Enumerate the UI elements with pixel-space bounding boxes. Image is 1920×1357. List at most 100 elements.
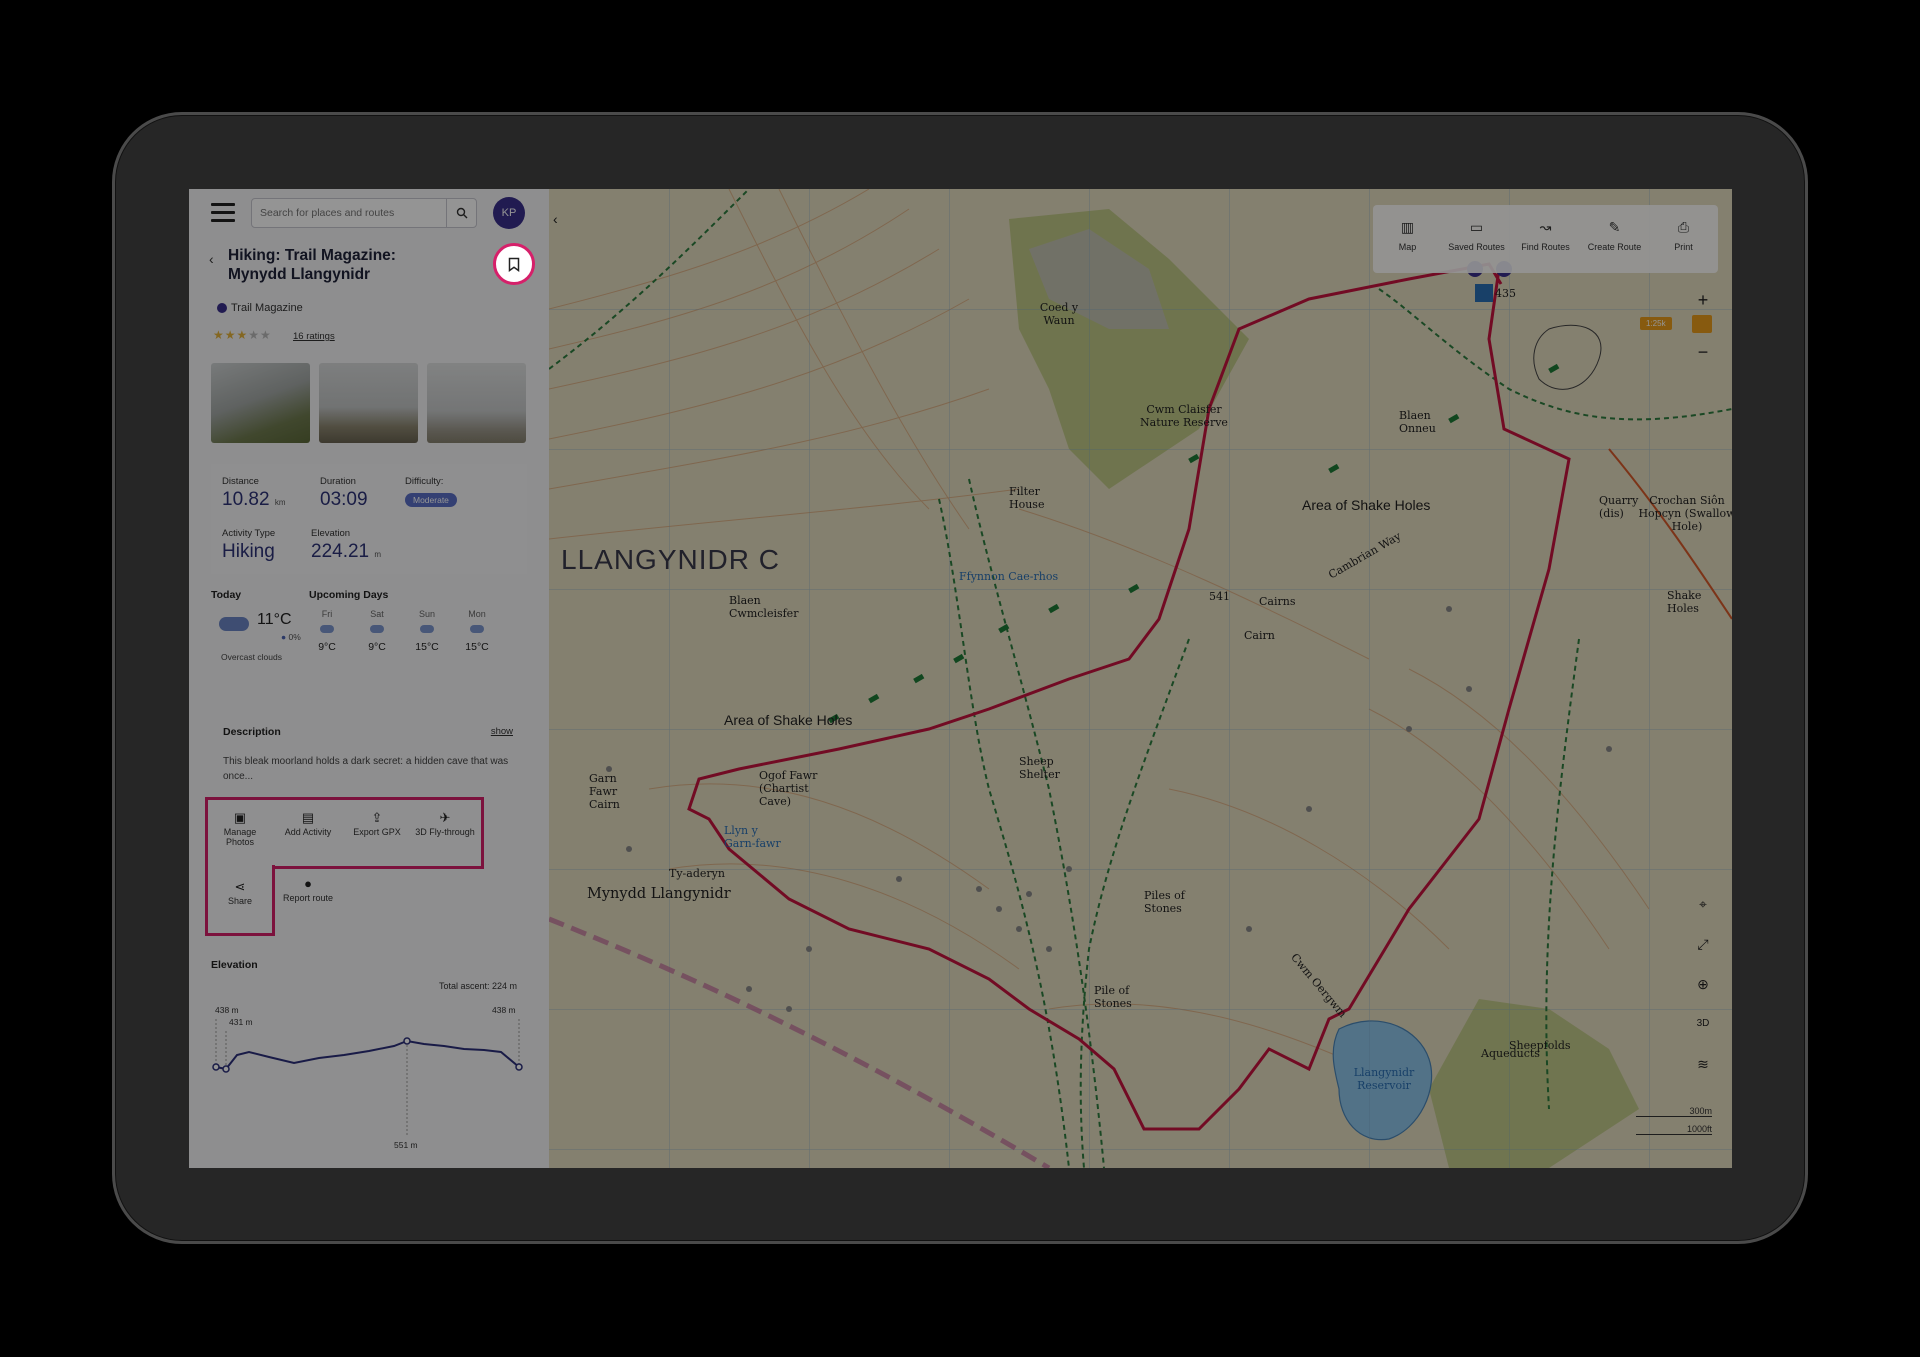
share-icon: ⋖ — [234, 879, 246, 894]
zoom-out-button[interactable]: − — [1688, 337, 1718, 367]
app-header: KP — [189, 189, 549, 239]
zoom-in-button[interactable]: + — [1688, 285, 1718, 315]
search-icon[interactable] — [446, 199, 476, 227]
flythrough-label: 3D Fly-through — [415, 827, 475, 837]
scale-bar-ft: 1000ft — [1636, 1124, 1712, 1135]
distance-label: Distance — [222, 476, 259, 487]
map-label: Aqueducts — [1481, 1047, 1540, 1060]
print-button[interactable]: ⎙ Print — [1649, 205, 1718, 273]
elevation-unit: m — [374, 550, 382, 559]
difficulty-badge: Moderate — [405, 493, 457, 507]
pencil-icon: ✎ — [1608, 219, 1621, 235]
find-routes-button[interactable]: ↝ Find Routes — [1511, 205, 1580, 273]
menu-icon[interactable] — [211, 203, 235, 223]
forecast-temp: 15°C — [465, 641, 489, 653]
share-button[interactable]: ⋖ Share — [210, 879, 270, 906]
map-label: Llyn y Garn-fawr — [724, 824, 781, 850]
map-icon: ▥ — [1400, 219, 1415, 235]
locate-icon[interactable]: ⊕ — [1688, 969, 1718, 999]
forecast-day: Sun 15°C — [407, 609, 447, 653]
add-activity-button[interactable]: ▤ Add Activity — [278, 810, 338, 837]
map-label: 435 — [1495, 287, 1516, 300]
forecast-temp: 15°C — [415, 641, 439, 653]
forecast-day-name: Sun — [418, 609, 435, 619]
scale-chip[interactable]: 1:25k — [1640, 317, 1672, 330]
activity-label: Activity Type — [222, 528, 276, 539]
upcoming-label: Upcoming Days — [309, 589, 389, 601]
ratings-link[interactable]: 16 ratings — [293, 331, 335, 342]
map-label: Pile of Stones — [1094, 984, 1132, 1010]
layer-swatch[interactable] — [1692, 315, 1712, 333]
map-label: LLANGYNIDR C — [561, 544, 780, 575]
map-label: Filter House — [1009, 485, 1045, 511]
export-gpx-button[interactable]: ⇪ Export GPX — [347, 811, 407, 837]
elevation-profile[interactable] — [209, 989, 529, 1139]
manage-photos-button[interactable]: ▣ Manage Photos — [210, 811, 270, 847]
map-label: Coed y Waun — [1039, 301, 1079, 327]
forecast-day: Sat 9°C — [357, 609, 397, 653]
3d-toggle-icon[interactable]: 3D — [1688, 1009, 1718, 1039]
saved-routes-label: Saved Routes — [1448, 242, 1505, 252]
scale-bar-m: 300m — [1636, 1106, 1712, 1117]
difficulty-label: Difficulty: — [405, 476, 444, 487]
stat-duration: Duration 03:09 — [320, 476, 368, 511]
avatar[interactable]: KP — [493, 197, 525, 229]
today-desc: Overcast clouds — [221, 652, 282, 662]
elevation-value: 224.21 — [311, 541, 370, 562]
poi-icon[interactable]: ⌖ — [1688, 889, 1718, 919]
stat-difficulty: Difficulty: Moderate — [405, 476, 457, 508]
map-label: Sheep Shelter — [1019, 755, 1060, 781]
search-input[interactable] — [252, 199, 442, 227]
collapse-sidebar-icon[interactable]: ‹ — [553, 211, 558, 227]
saved-routes-button[interactable]: ▭ Saved Routes — [1442, 205, 1511, 273]
map-label: Crochan Siôn Hopcyn (Swallow Hole) — [1638, 494, 1732, 533]
route-photo[interactable] — [427, 363, 526, 443]
fullscreen-icon[interactable]: ⤢ — [1688, 929, 1718, 959]
route-photo[interactable] — [211, 363, 310, 443]
map-button[interactable]: ▥ Map — [1373, 205, 1442, 273]
create-route-button[interactable]: ✎ Create Route — [1580, 205, 1649, 273]
bookmark-highlight[interactable] — [493, 243, 535, 285]
ticket-icon: ▤ — [301, 810, 315, 825]
find-routes-label: Find Routes — [1521, 242, 1570, 252]
map-label: Ffynnon Cae-rhos — [959, 570, 1059, 583]
map-label: Area of Shake Holes — [724, 712, 853, 728]
route-author[interactable]: Trail Magazine — [217, 302, 303, 314]
printer-icon: ⎙ — [1677, 219, 1690, 235]
forecast-day-name: Mon — [468, 609, 486, 619]
app-screen: KP ‹ Hiking: Trail Magazine: Mynydd Llan… — [189, 189, 1732, 1168]
layers-icon[interactable]: ≋ — [1688, 1049, 1718, 1079]
back-chevron-icon[interactable]: ‹ — [209, 251, 214, 267]
stat-elevation: Elevation 224.21 m — [311, 528, 381, 563]
map-label: Shake Holes — [1667, 589, 1702, 615]
plane-icon: ✈ — [439, 810, 451, 825]
create-route-label: Create Route — [1587, 242, 1642, 252]
report-route-button[interactable]: ● Report route — [278, 877, 338, 903]
map-label: Ty-aderyn — [669, 867, 725, 880]
cloud-icon — [219, 617, 249, 631]
cloud-icon — [470, 625, 484, 633]
flythrough-button[interactable]: ✈ 3D Fly-through — [415, 810, 475, 837]
map-label: Mynydd Llangynidr — [587, 886, 731, 902]
add-activity-label: Add Activity — [284, 827, 332, 837]
rating-stars: ★★★★★ — [213, 328, 272, 342]
stat-activity: Activity Type Hiking — [222, 528, 275, 563]
map-label: Cairns — [1259, 595, 1296, 608]
map-label: Piles of Stones — [1144, 889, 1185, 915]
map-label: Cwm Claisfer Nature Reserve — [1140, 403, 1228, 429]
author-name: Trail Magazine — [231, 302, 303, 314]
forecast-temp: 9°C — [318, 641, 336, 653]
route-stats: Distance 10.82 km Duration 03:09 Difficu… — [211, 464, 527, 574]
today-precip: 0% — [288, 632, 301, 642]
bookmark-icon — [508, 257, 520, 272]
stat-distance: Distance 10.82 km — [222, 476, 286, 511]
today-label: Today — [211, 589, 242, 601]
map-label: Llangynidr Reservoir — [1353, 1066, 1415, 1092]
verified-icon — [217, 303, 227, 313]
description-show-link[interactable]: show — [491, 726, 513, 737]
route-photo[interactable] — [319, 363, 418, 443]
os-map[interactable]: LLANGYNIDR C Area of Shake Holes Area of… — [549, 189, 1732, 1168]
map-label: Blaen Onneu — [1399, 409, 1436, 435]
map-label: Garn Fawr Cairn — [589, 772, 620, 811]
elevation-label: Elevation — [311, 528, 351, 539]
